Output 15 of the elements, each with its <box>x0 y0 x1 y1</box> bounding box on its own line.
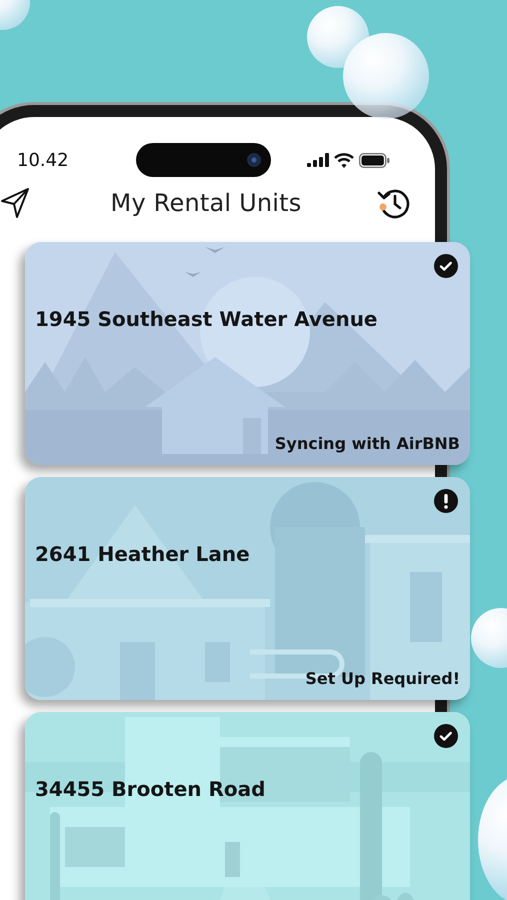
unit-address: 34455 Brooten Road <box>35 777 266 801</box>
rental-unit-card[interactable]: 2641 Heather Lane Set Up Required! <box>25 477 470 700</box>
unit-status: Syncing with AirBNB <box>274 434 460 453</box>
page-title: My Rental Units <box>110 189 302 217</box>
rental-unit-card[interactable]: 1945 Southeast Water Avenue Syncing with AirBNB <box>25 242 470 465</box>
rental-unit-card[interactable]: 34455 Brooten Road <box>25 712 470 900</box>
wifi-icon <box>334 152 354 168</box>
unit-address: 2641 Heather Lane <box>35 542 250 566</box>
status-time: 10.42 <box>17 150 70 170</box>
camera-icon <box>247 153 261 167</box>
signal-icon <box>307 153 329 167</box>
battery-icon <box>359 152 390 168</box>
unit-address: 1945 Southeast Water Avenue <box>35 307 378 331</box>
unit-status: Set Up Required! <box>305 669 460 688</box>
send-icon[interactable] <box>0 187 30 219</box>
